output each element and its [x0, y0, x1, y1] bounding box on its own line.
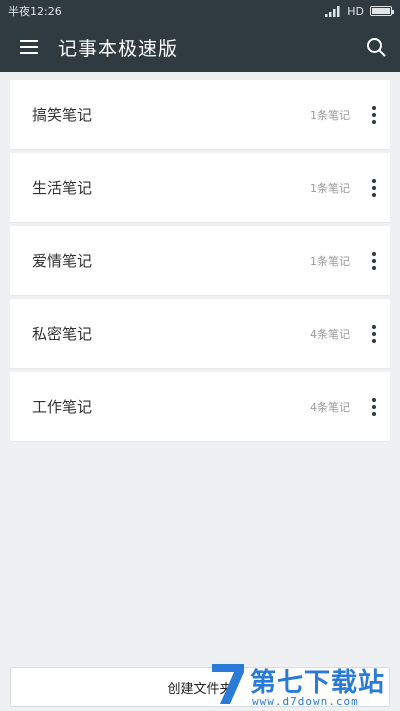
search-button[interactable]	[352, 22, 400, 72]
notebook-item[interactable]: 生活笔记 1条笔记	[10, 153, 390, 222]
notebook-label: 生活笔记	[32, 179, 93, 197]
hamburger-icon	[20, 40, 38, 54]
notebook-list: 搞笑笔记 1条笔记 生活笔记 1条笔记 爱情笔记 1条笔记 私密笔记 4条笔记 …	[10, 80, 390, 445]
more-options-button[interactable]	[358, 299, 390, 368]
notebook-item[interactable]: 工作笔记 4条笔记	[10, 372, 390, 441]
signal-icon	[325, 5, 340, 17]
notebook-item[interactable]: 私密笔记 4条笔记	[10, 299, 390, 368]
notebook-label: 工作笔记	[32, 398, 93, 416]
more-vertical-icon	[372, 251, 376, 270]
status-indicators: HD	[325, 4, 394, 18]
create-folder-label: 创建文件夹	[167, 681, 233, 697]
search-icon	[367, 38, 386, 57]
notebook-item[interactable]: 爱情笔记 1条笔记	[10, 226, 390, 295]
notebook-count: 1条笔记	[310, 108, 350, 122]
app-bar: 记事本极速版	[0, 22, 400, 72]
notebook-count: 4条笔记	[310, 327, 350, 341]
more-vertical-icon	[372, 105, 376, 124]
network-type: HD	[347, 4, 364, 18]
more-vertical-icon	[372, 178, 376, 197]
notebook-count: 4条笔记	[310, 400, 350, 414]
notebook-count: 1条笔记	[310, 181, 350, 195]
more-vertical-icon	[372, 324, 376, 343]
menu-button[interactable]	[0, 22, 58, 72]
create-folder-button[interactable]: 创建文件夹	[10, 667, 390, 707]
status-bar: 半夜12:26 HD	[0, 0, 400, 22]
notebook-label: 爱情笔记	[32, 252, 93, 270]
notebook-item[interactable]: 搞笑笔记 1条笔记	[10, 80, 390, 149]
more-options-button[interactable]	[358, 80, 390, 149]
battery-icon	[370, 6, 394, 16]
more-options-button[interactable]	[358, 153, 390, 222]
more-options-button[interactable]	[358, 372, 390, 441]
status-time: 半夜12:26	[8, 5, 62, 18]
page-title: 记事本极速版	[58, 37, 179, 60]
notebook-label: 搞笑笔记	[32, 106, 93, 124]
notebook-count: 1条笔记	[310, 254, 350, 268]
notebook-label: 私密笔记	[32, 325, 93, 343]
more-vertical-icon	[372, 397, 376, 416]
more-options-button[interactable]	[358, 226, 390, 295]
